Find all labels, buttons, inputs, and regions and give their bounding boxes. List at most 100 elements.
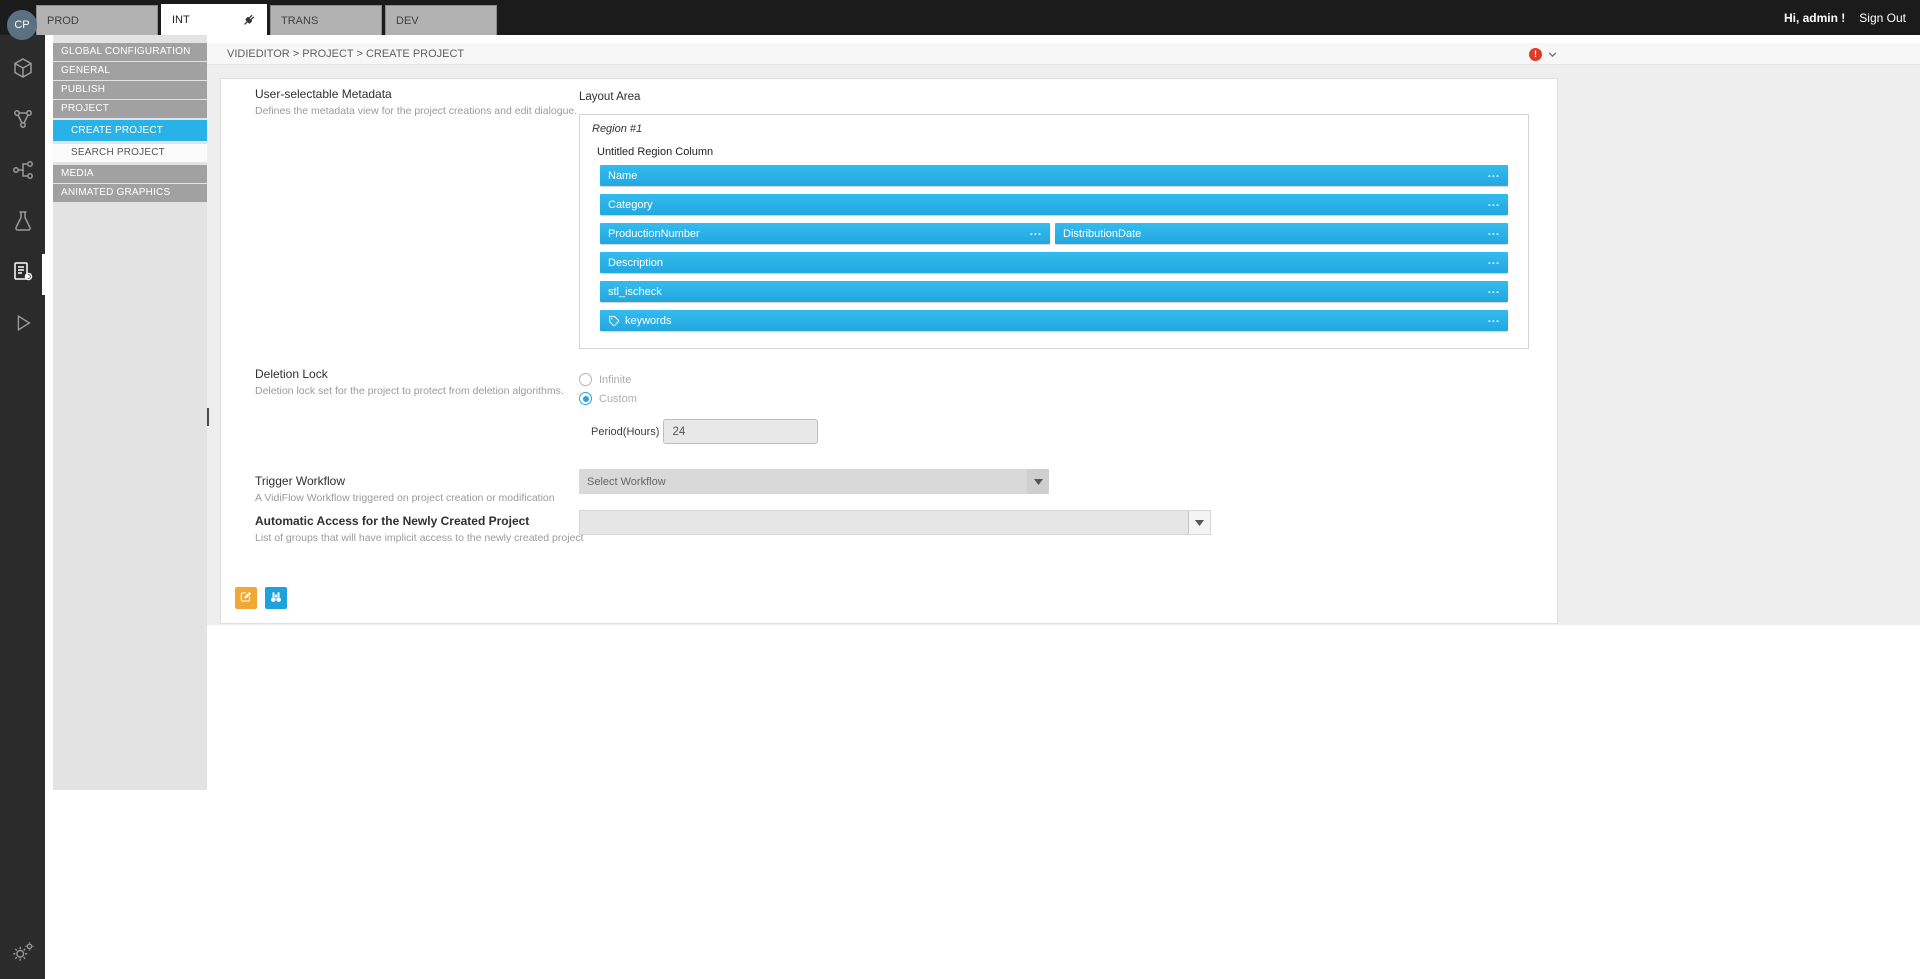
panel-actions (235, 587, 287, 609)
field-menu-icon[interactable]: ... (1488, 284, 1500, 296)
breadcrumb: VIDIEDITOR > PROJECT > CREATE PROJECT (227, 48, 464, 60)
sidebar-item-search-project[interactable]: SEARCH PROJECT (53, 144, 207, 162)
topology-network-icon (11, 107, 35, 136)
rail-item-topology[interactable] (0, 96, 45, 147)
rail-item-configuration[interactable] (0, 249, 45, 300)
avatar[interactable]: CP (7, 10, 37, 40)
auto-access-title: Automatic Access for the Newly Created P… (255, 514, 529, 528)
field-bar-stl-ischeck[interactable]: stl_ischeck ... (600, 281, 1508, 302)
trigger-workflow-description: A VidiFlow Workflow triggered on project… (255, 492, 555, 504)
topbar: PROD INT TRANS DEV Hi, admin ! Sign Out (0, 0, 1920, 35)
rail-item-player[interactable] (0, 300, 45, 351)
edit-button[interactable] (235, 587, 257, 609)
field-label: keywords (625, 315, 671, 327)
module-rail (0, 35, 45, 979)
rail-item-testing[interactable] (0, 198, 45, 249)
field-bar-description[interactable]: Description ... (600, 252, 1508, 273)
tag-icon (608, 315, 620, 327)
field-bar-name[interactable]: Name ... (600, 165, 1508, 186)
field-label: stl_ischeck (608, 286, 662, 298)
caret-down-icon[interactable] (1027, 469, 1049, 494)
radio-infinite[interactable]: Infinite (579, 373, 637, 386)
packages-cube-icon (11, 56, 35, 85)
tab-prod-label: PROD (47, 15, 79, 27)
radio-infinite-label: Infinite (599, 374, 631, 386)
sidebar-item-animated-graphics[interactable]: ANIMATED GRAPHICS (53, 184, 207, 202)
period-hours-label: Period(Hours) (591, 426, 659, 438)
content-area: User-selectable Metadata Defines the met… (207, 65, 1920, 625)
sidebar-item-project[interactable]: PROJECT (53, 100, 207, 118)
workflow-select-value: Select Workflow (579, 476, 1027, 488)
field-label: ProductionNumber (608, 228, 700, 240)
chevron-down-icon[interactable] (1547, 49, 1558, 60)
tab-int[interactable]: INT (161, 4, 267, 35)
field-label: DistributionDate (1063, 228, 1141, 240)
field-menu-icon[interactable]: ... (1488, 197, 1500, 209)
layout-area: Region #1 Untitled Region Column Name ..… (579, 114, 1529, 349)
field-label: Name (608, 170, 637, 182)
period-row: Period(Hours) (591, 419, 818, 444)
tab-trans[interactable]: TRANS (270, 5, 382, 35)
user-greeting: Hi, admin ! (1784, 11, 1845, 25)
breadcrumb-icons: ! (1529, 43, 1558, 65)
metadata-section-title: User-selectable Metadata (255, 87, 392, 101)
app-root: PROD INT TRANS DEV Hi, admin ! Sign Out (0, 0, 1920, 979)
caret-down-icon[interactable] (1188, 511, 1210, 534)
field-label: Description (608, 257, 663, 269)
breadcrumb-bar: VIDIEDITOR > PROJECT > CREATE PROJECT ! (207, 43, 1920, 65)
preview-button[interactable] (265, 587, 287, 609)
environment-tabs: PROD INT TRANS DEV (36, 4, 497, 35)
auto-access-description: List of groups that will have implicit a… (255, 532, 584, 544)
metadata-section-description: Defines the metadata view for the projec… (255, 105, 577, 117)
sidebar-item-publish[interactable]: PUBLISH (53, 81, 207, 99)
radio-custom[interactable]: Custom (579, 392, 637, 405)
workflow-select[interactable]: Select Workflow (579, 469, 1049, 494)
tab-int-label: INT (172, 14, 190, 26)
radio-custom-label: Custom (599, 393, 637, 405)
metadata-field-list: Name ... Category ... ProductionNumber (600, 165, 1508, 339)
field-bar-keywords[interactable]: keywords ... (600, 310, 1508, 331)
tab-trans-label: TRANS (281, 15, 318, 27)
sidebar-item-global-configuration[interactable]: GLOBAL CONFIGURATION (53, 43, 207, 61)
play-icon (12, 312, 34, 339)
tab-dev[interactable]: DEV (385, 5, 497, 35)
field-menu-icon[interactable]: ... (1488, 313, 1500, 325)
deletion-lock-options: Infinite Custom (579, 373, 637, 411)
tab-prod[interactable]: PROD (36, 5, 158, 35)
binoculars-icon (269, 590, 283, 607)
pencil-icon (239, 590, 253, 607)
rail-item-packages[interactable] (0, 45, 45, 96)
sign-out-link[interactable]: Sign Out (1859, 11, 1906, 25)
sidebar-item-create-project[interactable]: CREATE PROJECT (53, 120, 207, 141)
rail-item-settings[interactable] (0, 938, 45, 969)
field-bar-productionnumber[interactable]: ProductionNumber ... (600, 223, 1050, 244)
field-menu-icon[interactable]: ... (1030, 226, 1042, 238)
plug-icon (241, 13, 256, 28)
create-project-panel: User-selectable Metadata Defines the met… (220, 78, 1558, 624)
user-area: Hi, admin ! Sign Out (1784, 0, 1906, 35)
radio-infinite-circle[interactable] (579, 373, 592, 386)
configuration-page-gear-icon (11, 260, 35, 289)
sidebar-item-media[interactable]: MEDIA (53, 165, 207, 183)
deletion-lock-description: Deletion lock set for the project to pro… (255, 385, 564, 397)
field-label: Category (608, 199, 653, 211)
error-badge[interactable]: ! (1529, 48, 1542, 61)
region-column-title: Untitled Region Column (597, 146, 713, 158)
flask-icon (11, 209, 35, 238)
tab-dev-label: DEV (396, 15, 419, 27)
config-sidebar: GLOBAL CONFIGURATION GENERAL PUBLISH PRO… (53, 35, 207, 790)
settings-gears-icon (10, 938, 36, 969)
radio-custom-circle[interactable] (579, 392, 592, 405)
field-menu-icon[interactable]: ... (1488, 255, 1500, 267)
rail-item-workflows[interactable] (0, 147, 45, 198)
access-groups-select[interactable] (579, 510, 1211, 535)
sidebar-item-general[interactable]: GENERAL (53, 62, 207, 80)
region-title: Region #1 (592, 123, 642, 135)
trigger-workflow-title: Trigger Workflow (255, 474, 345, 488)
sidebar-splitter-handle[interactable] (207, 408, 209, 426)
period-hours-input[interactable] (663, 419, 818, 444)
field-menu-icon[interactable]: ... (1488, 168, 1500, 180)
field-menu-icon[interactable]: ... (1488, 226, 1500, 238)
field-bar-distributiondate[interactable]: DistributionDate ... (1055, 223, 1508, 244)
field-bar-category[interactable]: Category ... (600, 194, 1508, 215)
